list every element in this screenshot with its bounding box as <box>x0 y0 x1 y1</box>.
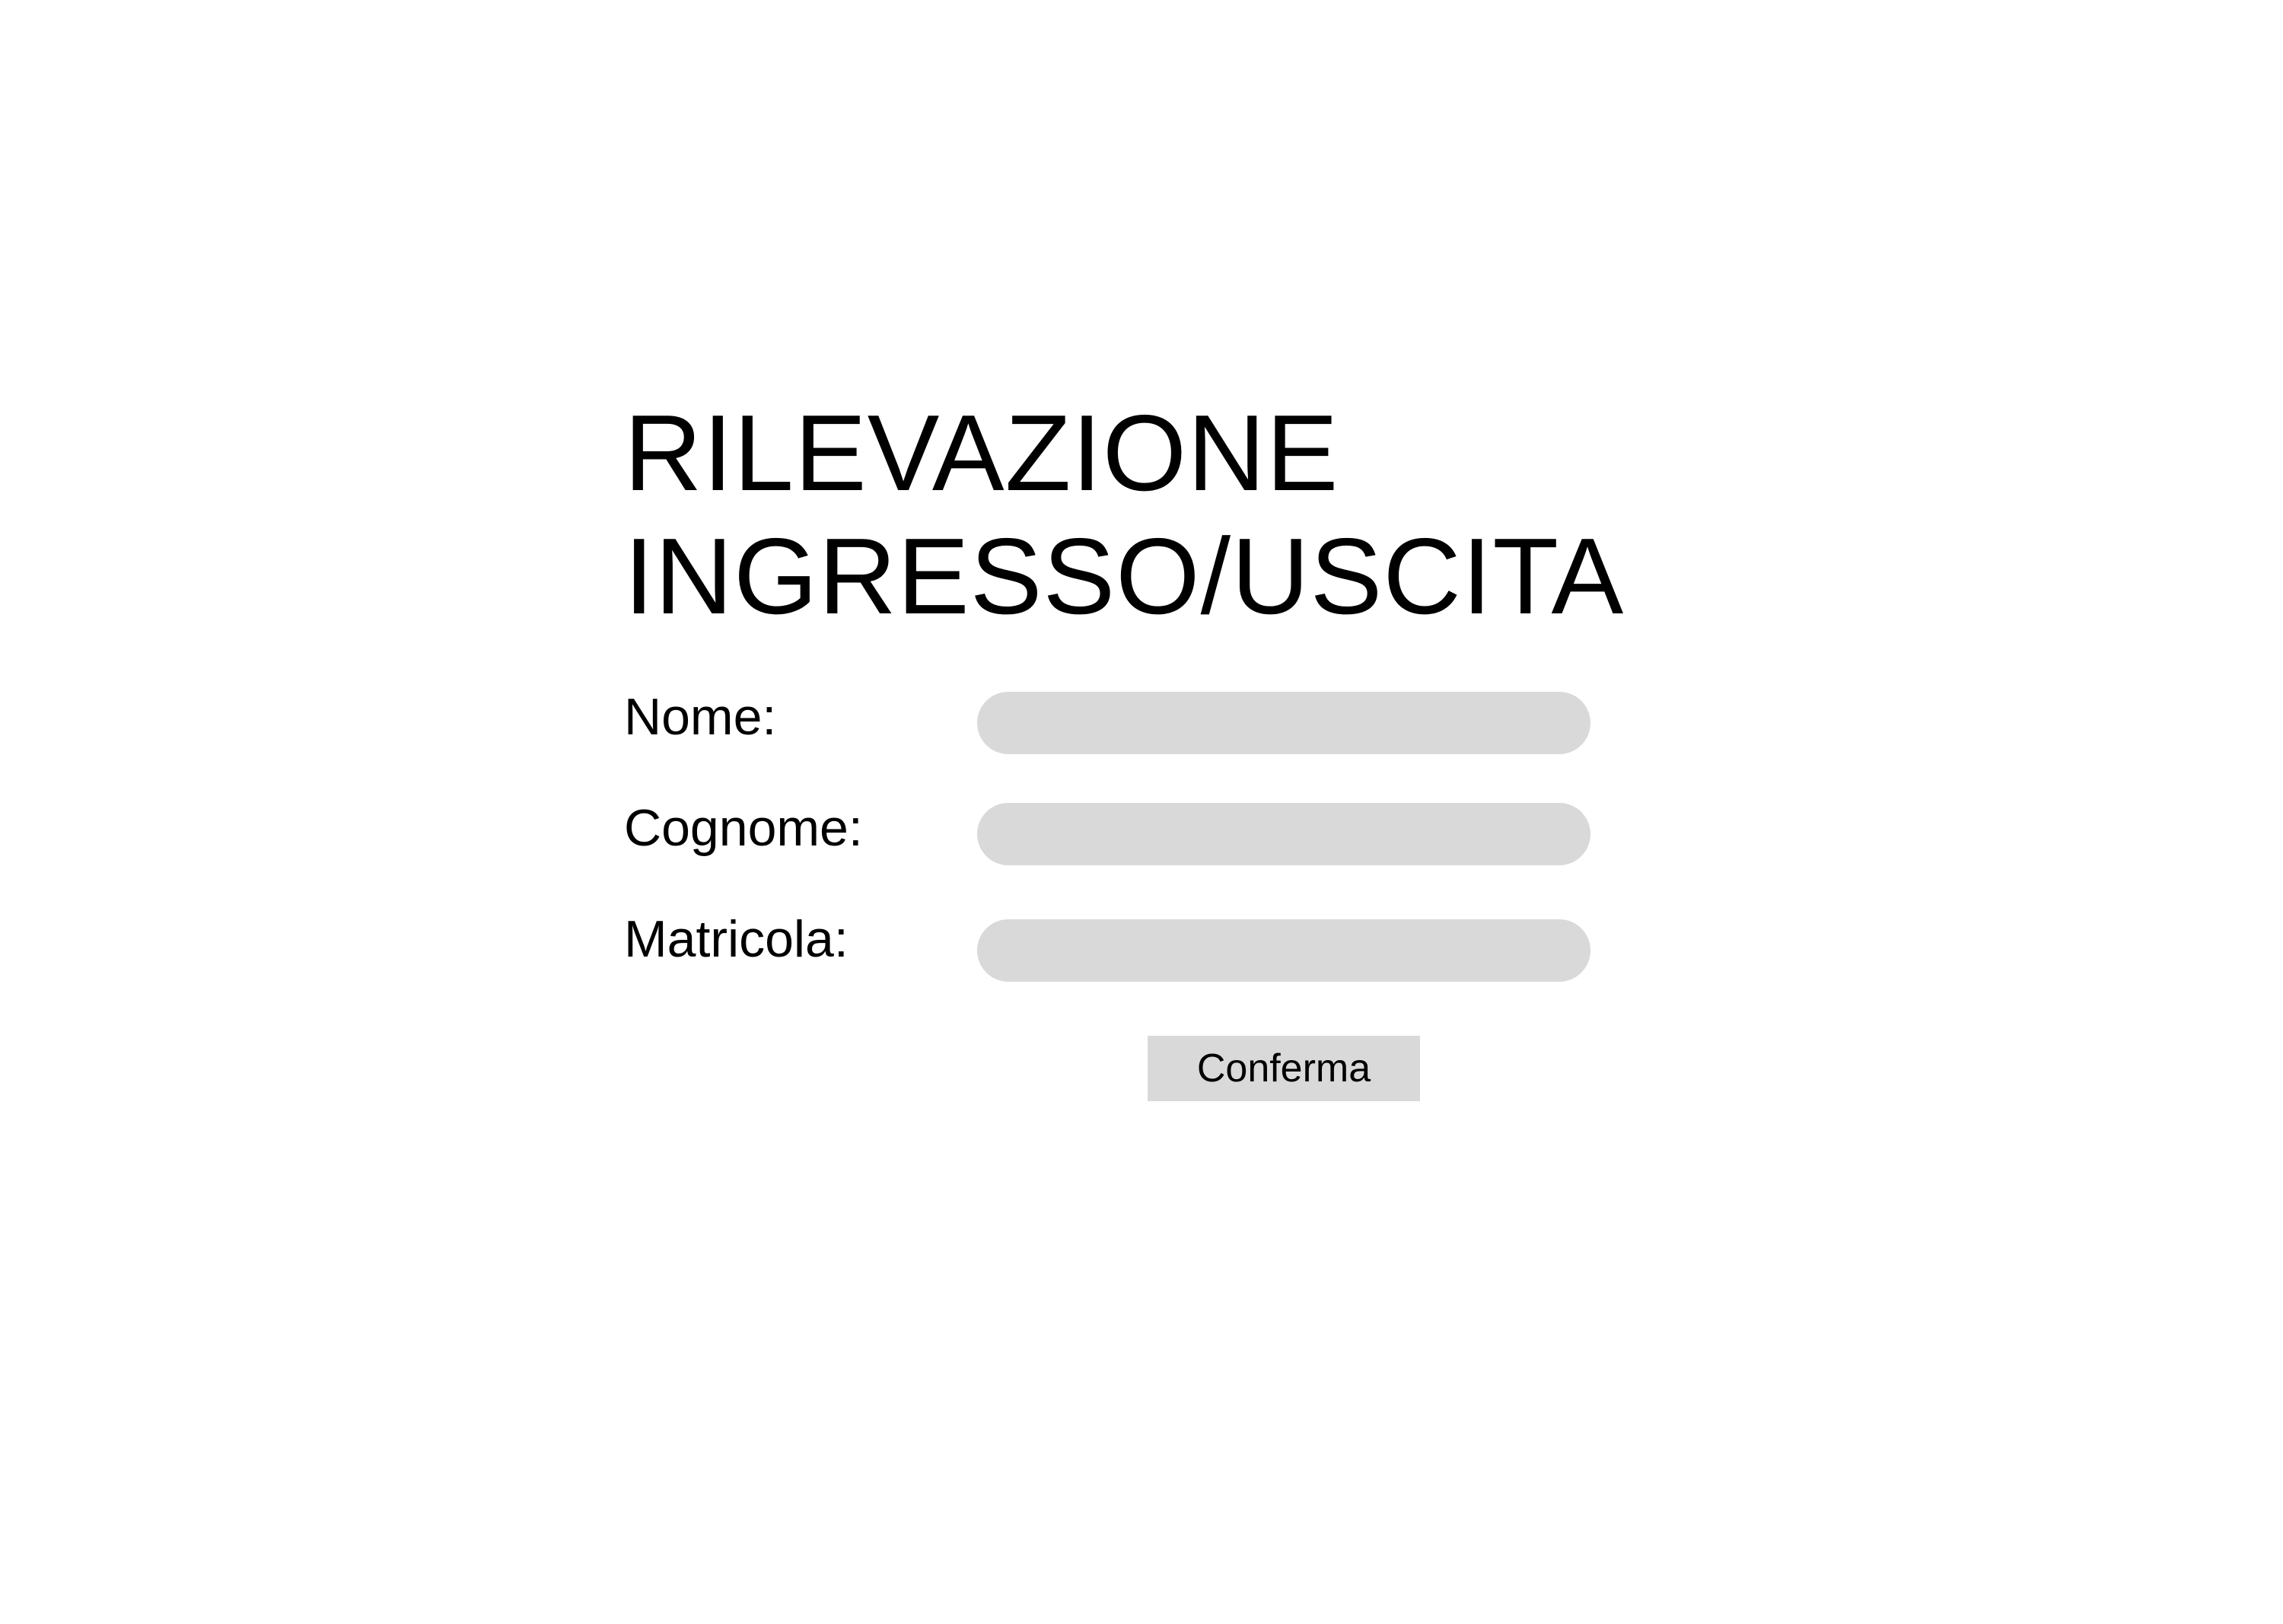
page-title: RILEVAZIONE INGRESSO/USCITA <box>624 392 1624 638</box>
confirm-button[interactable]: Conferma <box>1148 1036 1420 1101</box>
page-title-line-1: RILEVAZIONE <box>624 393 1339 514</box>
matricola-input[interactable] <box>977 919 1590 982</box>
nome-label: Nome: <box>624 688 777 746</box>
cognome-input[interactable] <box>977 803 1590 865</box>
page-title-line-2: INGRESSO/USCITA <box>624 516 1625 637</box>
matricola-label: Matricola: <box>624 910 849 968</box>
cognome-label: Cognome: <box>624 799 863 857</box>
nome-input[interactable] <box>977 692 1590 754</box>
